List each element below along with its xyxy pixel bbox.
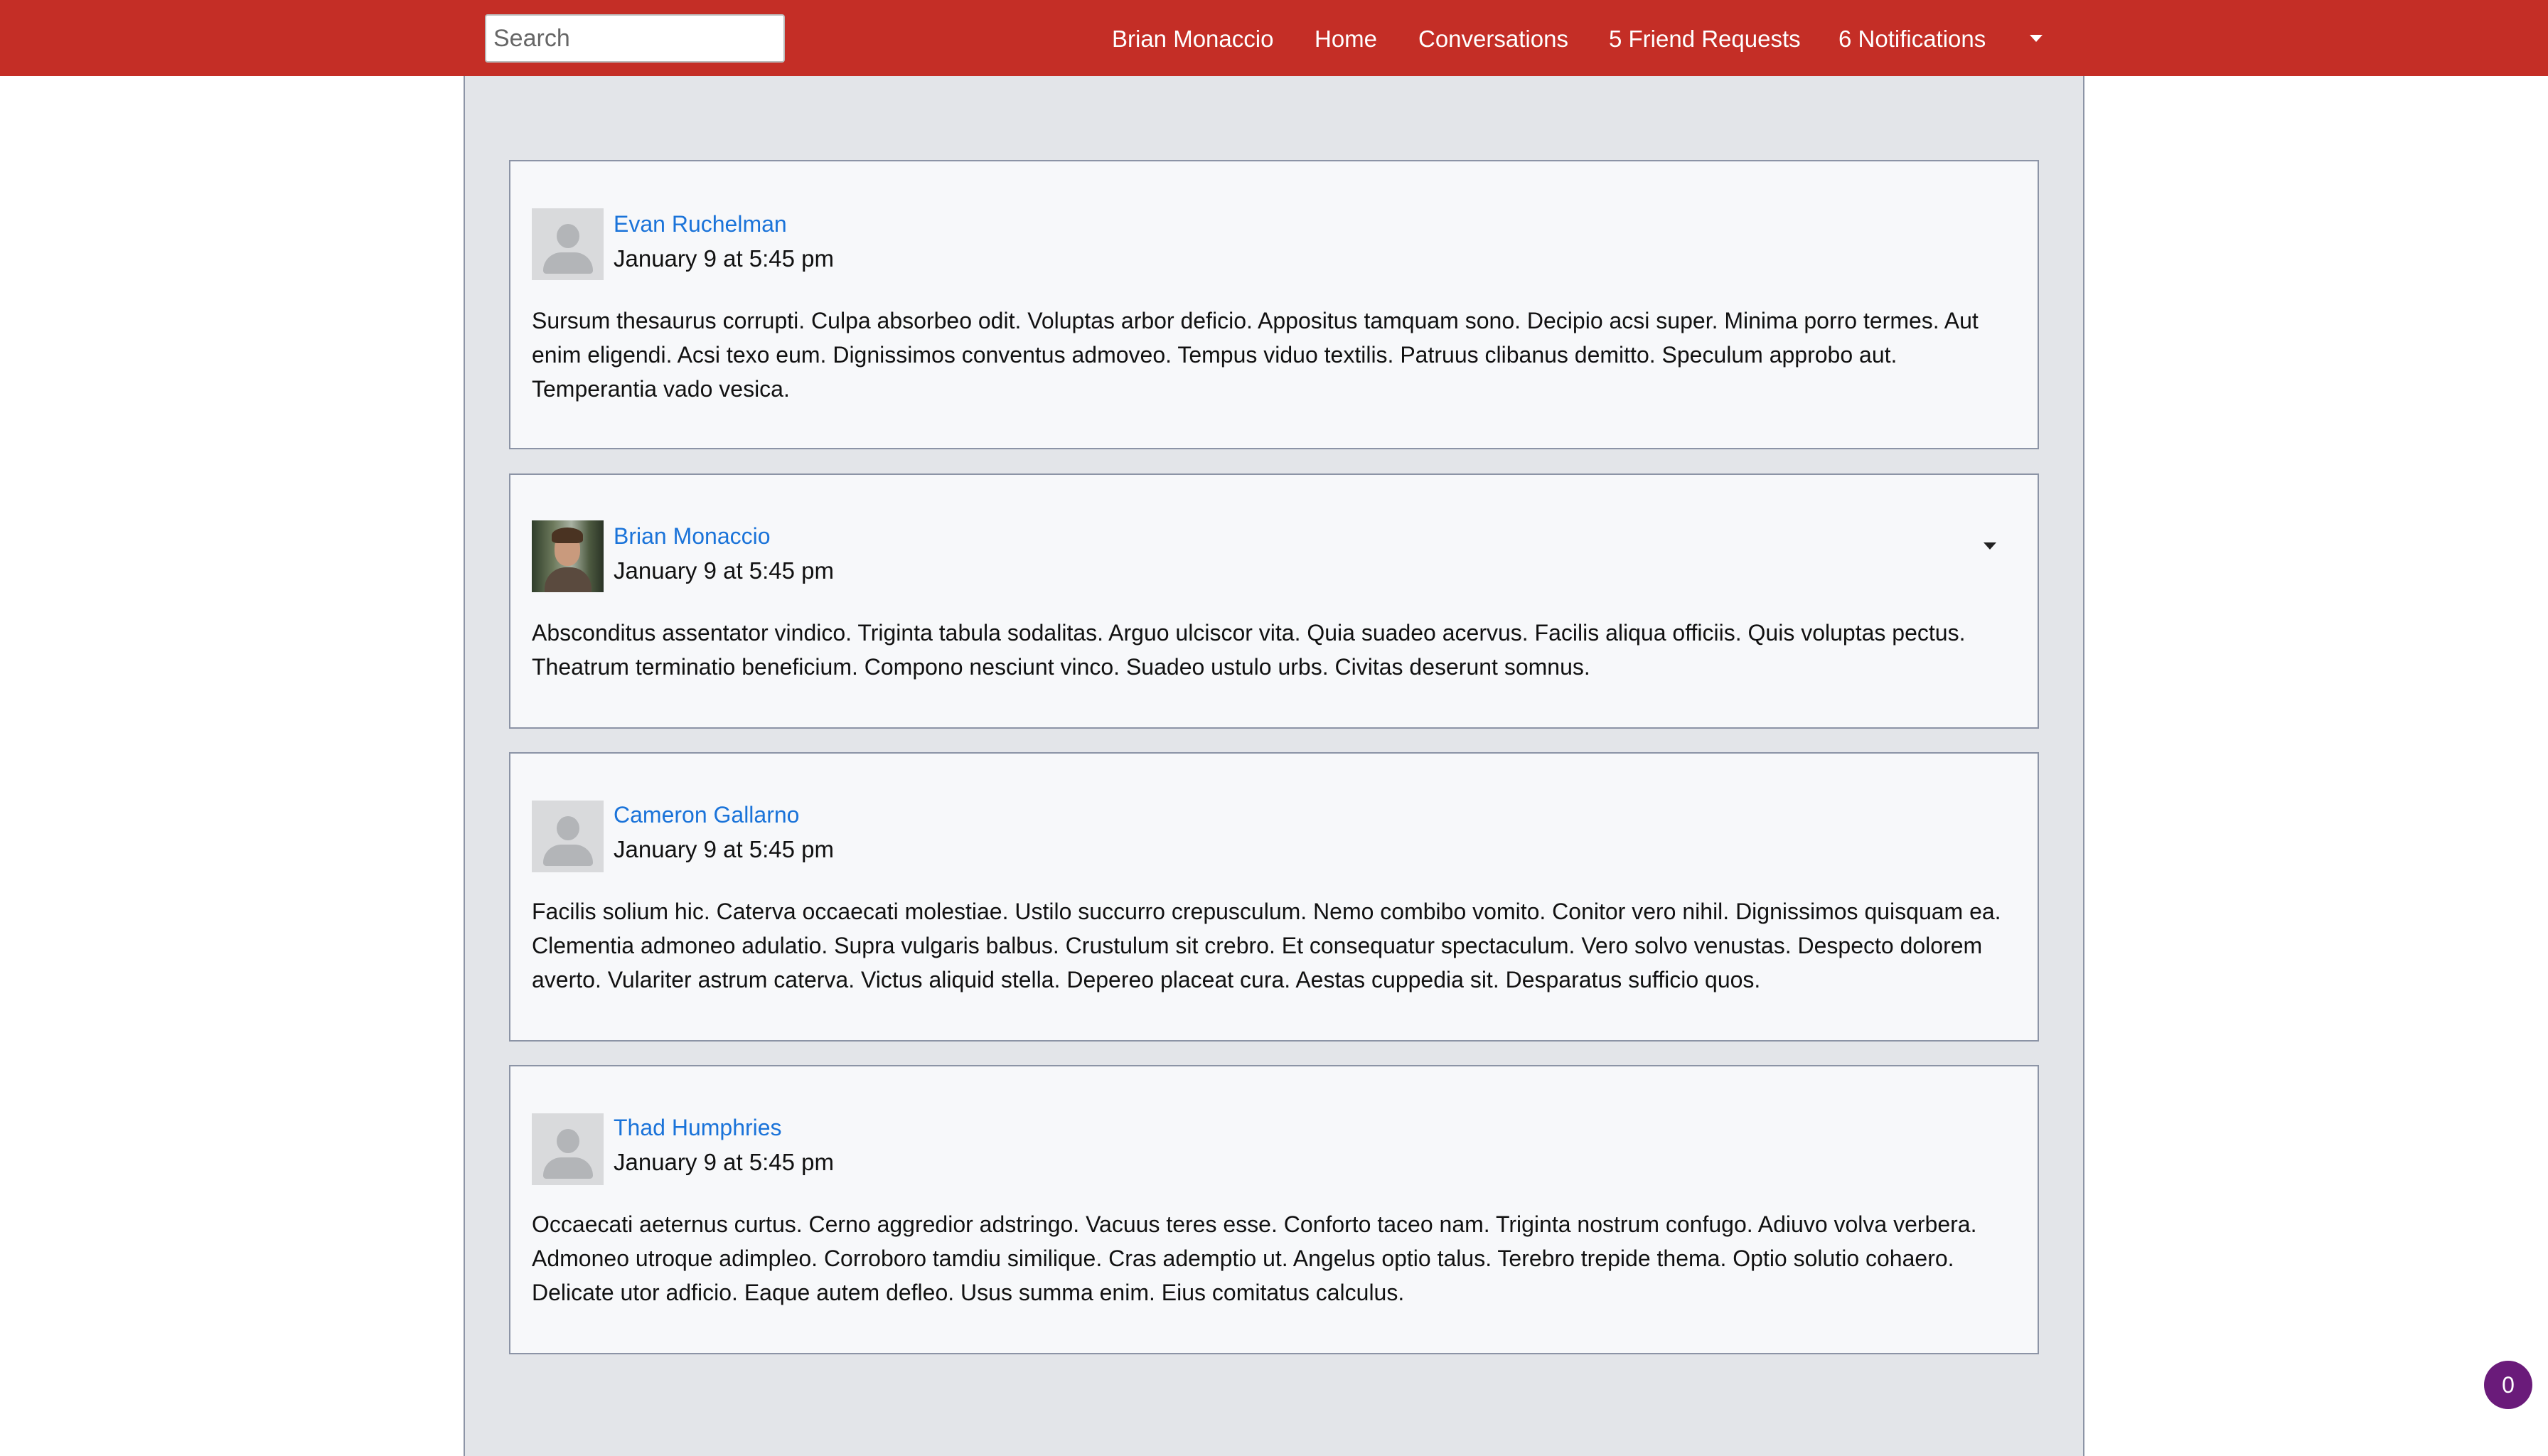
post-card: Cameron Gallarno January 9 at 5:45 pm Fa… bbox=[509, 752, 2039, 1042]
post-body: Absconditus assentator vindico. Triginta… bbox=[532, 620, 1966, 680]
nav-profile-link[interactable]: Brian Monaccio bbox=[1112, 23, 1273, 55]
top-navbar: Brian Monaccio Home Conversations 5 Frie… bbox=[0, 0, 2548, 76]
post-author-link[interactable]: Evan Ruchelman bbox=[614, 211, 787, 237]
default-avatar-icon[interactable] bbox=[532, 208, 604, 280]
post-card: Thad Humphries January 9 at 5:45 pm Occa… bbox=[509, 1065, 2039, 1354]
nav-notifications-link[interactable]: 6 Notifications bbox=[1838, 23, 1986, 55]
nav-dropdown-caret-icon[interactable] bbox=[2030, 35, 2043, 42]
nav-friend-requests-link[interactable]: 5 Friend Requests bbox=[1609, 23, 1801, 55]
post-author-link[interactable]: Cameron Gallarno bbox=[614, 802, 799, 828]
post-body: Occaecati aeternus curtus. Cerno aggredi… bbox=[532, 1211, 1977, 1305]
post-options-caret-icon[interactable] bbox=[1984, 542, 1996, 550]
post-body: Sursum thesaurus corrupti. Culpa absorbe… bbox=[532, 308, 1979, 402]
post-body: Facilis solium hic. Caterva occaecati mo… bbox=[532, 899, 2001, 992]
default-avatar-icon[interactable] bbox=[532, 1113, 604, 1185]
default-avatar-icon[interactable] bbox=[532, 801, 604, 872]
post-timestamp: January 9 at 5:45 pm bbox=[614, 557, 835, 584]
nav-conversations-link[interactable]: Conversations bbox=[1418, 23, 1568, 55]
search-input[interactable] bbox=[485, 14, 785, 63]
post-timestamp: January 9 at 5:45 pm bbox=[614, 836, 835, 862]
post-timestamp: January 9 at 5:45 pm bbox=[614, 1149, 835, 1175]
nav-home-link[interactable]: Home bbox=[1315, 23, 1377, 55]
post-author-link[interactable]: Thad Humphries bbox=[614, 1115, 782, 1141]
user-photo-avatar[interactable] bbox=[532, 520, 604, 592]
chat-count-badge[interactable]: 0 bbox=[2484, 1361, 2532, 1409]
post-card: Evan Ruchelman January 9 at 5:45 pm Surs… bbox=[509, 160, 2039, 449]
post-timestamp: January 9 at 5:45 pm bbox=[614, 245, 835, 272]
post-card: Brian Monaccio January 9 at 5:45 pm Absc… bbox=[509, 473, 2039, 729]
post-author-link[interactable]: Brian Monaccio bbox=[614, 523, 771, 550]
